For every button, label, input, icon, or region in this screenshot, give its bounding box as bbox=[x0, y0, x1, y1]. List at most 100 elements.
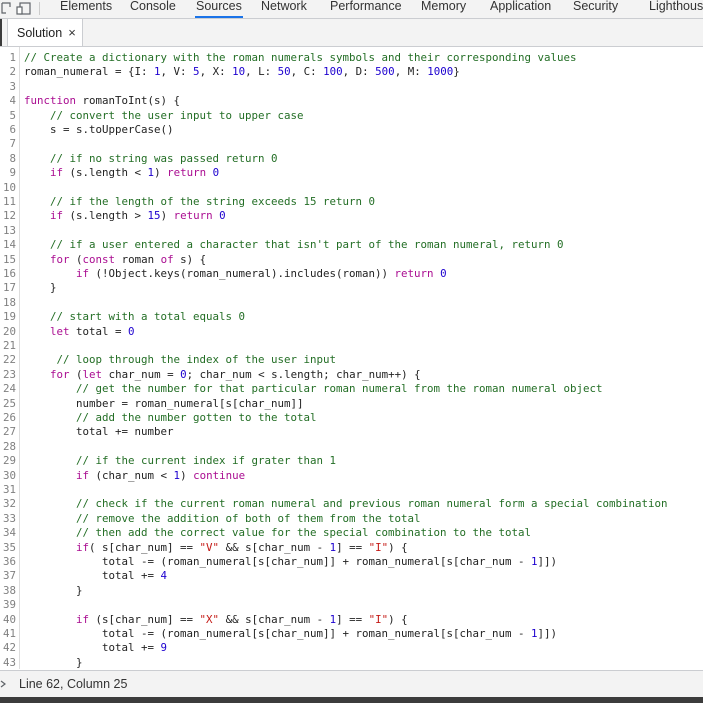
code-line: 13 bbox=[0, 224, 703, 238]
line-number: 7 bbox=[9, 137, 16, 151]
code-text: s = s.toUpperCase() bbox=[24, 123, 174, 136]
code-line: 38 } bbox=[0, 584, 703, 598]
line-number: 9 bbox=[9, 166, 16, 180]
code-text: // start with a total equals 0 bbox=[50, 310, 246, 324]
code-line: 18 bbox=[0, 296, 703, 310]
code-text: if( s[char_num] == "V" && s[char_num - 1… bbox=[76, 540, 408, 554]
code-text: // add the number gotten to the total bbox=[76, 411, 317, 424]
line-number: 26 bbox=[2, 411, 16, 424]
line-number: 29 bbox=[2, 454, 16, 468]
code-line: 36 total -= (roman_numeral[s[char_num]] … bbox=[0, 555, 703, 569]
tab-sources[interactable]: Sources bbox=[195, 0, 243, 18]
code-line: 35 if( s[char_num] == "V" && s[char_num … bbox=[0, 541, 703, 555]
code-text: total -= (roman_numeral[s[char_num]] + r… bbox=[24, 627, 558, 640]
code-line: 16 if (!Object.keys(roman_numeral).inclu… bbox=[0, 267, 703, 281]
code-text: if (s.length < 1) return 0 bbox=[50, 166, 220, 180]
tab-memory[interactable]: Memory bbox=[421, 0, 466, 18]
window-bottom-edge bbox=[0, 697, 703, 703]
devtools-tab-bar: Elements Console Sources Network Perform… bbox=[0, 0, 703, 19]
tab-elements[interactable]: Elements bbox=[60, 0, 112, 18]
line-number: 35 bbox=[2, 540, 16, 554]
inspect-element-icon[interactable] bbox=[1, 2, 13, 15]
code-text: roman_numeral = {I: 1, V: 5, X: 10, L: 5… bbox=[24, 65, 460, 79]
code-line: 15 for (const roman of s) { bbox=[0, 253, 703, 267]
tab-network[interactable]: Network bbox=[261, 0, 307, 18]
code-text: } bbox=[24, 655, 83, 669]
line-number: 36 bbox=[2, 555, 16, 568]
line-number: 37 bbox=[2, 569, 16, 583]
code-text: if (s.length > 15) return 0 bbox=[50, 209, 226, 223]
code-line: 24 // get the number for that particular… bbox=[0, 382, 703, 396]
tab-console[interactable]: Console bbox=[130, 0, 176, 18]
code-line: 42 total += 9 bbox=[0, 641, 703, 655]
tab-performance[interactable]: Performance bbox=[330, 0, 402, 18]
line-number: 38 bbox=[2, 583, 16, 597]
line-number: 1 bbox=[9, 51, 16, 64]
code-text: for (let char_num = 0; char_num < s.leng… bbox=[50, 367, 421, 381]
format-icon[interactable] bbox=[0, 671, 8, 697]
line-number: 8 bbox=[9, 151, 16, 165]
line-number: 10 bbox=[2, 180, 16, 194]
line-number: 22 bbox=[2, 353, 16, 367]
code-text: total += 4 bbox=[24, 569, 168, 583]
line-number: 27 bbox=[2, 425, 16, 439]
file-tab-label: Solution bbox=[17, 26, 63, 40]
line-number: 34 bbox=[2, 526, 16, 540]
tab-application[interactable]: Application bbox=[490, 0, 551, 18]
code-line: 19 // start with a total equals 0 bbox=[0, 310, 703, 324]
code-text: if (!Object.keys(roman_numeral).includes… bbox=[76, 267, 447, 280]
code-text: // then add the correct value for the sp… bbox=[76, 526, 532, 540]
code-line: 26 // add the number gotten to the total bbox=[0, 411, 703, 425]
code-line: 14 // if a user entered a character that… bbox=[0, 238, 703, 252]
line-number: 23 bbox=[2, 367, 16, 381]
code-line: 17 } bbox=[0, 281, 703, 295]
sidebar-toggle-icon[interactable] bbox=[0, 19, 2, 46]
line-number: 41 bbox=[2, 627, 16, 640]
line-number: 33 bbox=[2, 511, 16, 525]
file-tab-solution[interactable]: Solution × bbox=[7, 19, 83, 46]
tab-lighthouse[interactable]: Lighthouse bbox=[649, 0, 703, 18]
code-line: 37 total += 4 bbox=[0, 569, 703, 583]
code-line: 28 bbox=[0, 440, 703, 454]
code-line: 29 // if the current index if grater tha… bbox=[0, 454, 703, 468]
code-text: // convert the user input to upper case bbox=[50, 108, 304, 122]
code-line: 9 if (s.length < 1) return 0 bbox=[0, 166, 703, 180]
code-text: // if the length of the string exceeds 1… bbox=[50, 195, 376, 208]
code-editor[interactable]: 1 // Create a dictionary with the roman n… bbox=[0, 47, 703, 669]
code-line: 4 function romanToInt(s) { bbox=[0, 94, 703, 108]
line-number: 31 bbox=[2, 483, 16, 496]
code-line: 5 // convert the user input to upper cas… bbox=[0, 109, 703, 123]
line-number: 39 bbox=[2, 598, 16, 612]
code-line: 11 // if the length of the string exceed… bbox=[0, 195, 703, 209]
code-line: 3 bbox=[0, 80, 703, 94]
editor-tab-bar: Solution × bbox=[0, 19, 703, 47]
line-number: 21 bbox=[2, 339, 16, 352]
code-text: // if no string was passed return 0 bbox=[50, 151, 278, 165]
line-number: 20 bbox=[2, 324, 16, 338]
line-number: 42 bbox=[2, 641, 16, 655]
code-line: 25 number = roman_numeral[s[char_num]] bbox=[0, 397, 703, 411]
code-line: 23 for (let char_num = 0; char_num < s.l… bbox=[0, 368, 703, 382]
code-text: } bbox=[24, 583, 83, 597]
line-number: 24 bbox=[2, 382, 16, 396]
line-number: 28 bbox=[2, 439, 16, 453]
code-text: if (char_num < 1) continue bbox=[76, 468, 246, 482]
code-text: let total = 0 bbox=[50, 324, 135, 338]
code-text: // if the current index if grater than 1 bbox=[76, 454, 337, 468]
line-number: 25 bbox=[2, 396, 16, 410]
code-text: // Create a dictionary with the roman nu… bbox=[24, 51, 577, 64]
tab-security[interactable]: Security bbox=[573, 0, 618, 18]
code-line: 22 // loop through the index of the user… bbox=[0, 353, 703, 367]
line-number: 13 bbox=[2, 223, 16, 237]
line-number: 14 bbox=[2, 238, 16, 252]
code-line: 7 bbox=[0, 137, 703, 151]
code-line: 1 // Create a dictionary with the roman n… bbox=[0, 51, 703, 65]
line-number: 12 bbox=[2, 209, 16, 223]
code-line: 8 // if no string was passed return 0 bbox=[0, 152, 703, 166]
device-toolbar-icon[interactable] bbox=[16, 2, 32, 15]
code-text: // if a user entered a character that is… bbox=[50, 238, 564, 252]
code-line: 40 if (s[char_num] == "X" && s[char_num … bbox=[0, 613, 703, 627]
close-icon[interactable]: × bbox=[68, 25, 76, 40]
line-number: 5 bbox=[9, 108, 16, 122]
line-number: 11 bbox=[2, 195, 16, 208]
